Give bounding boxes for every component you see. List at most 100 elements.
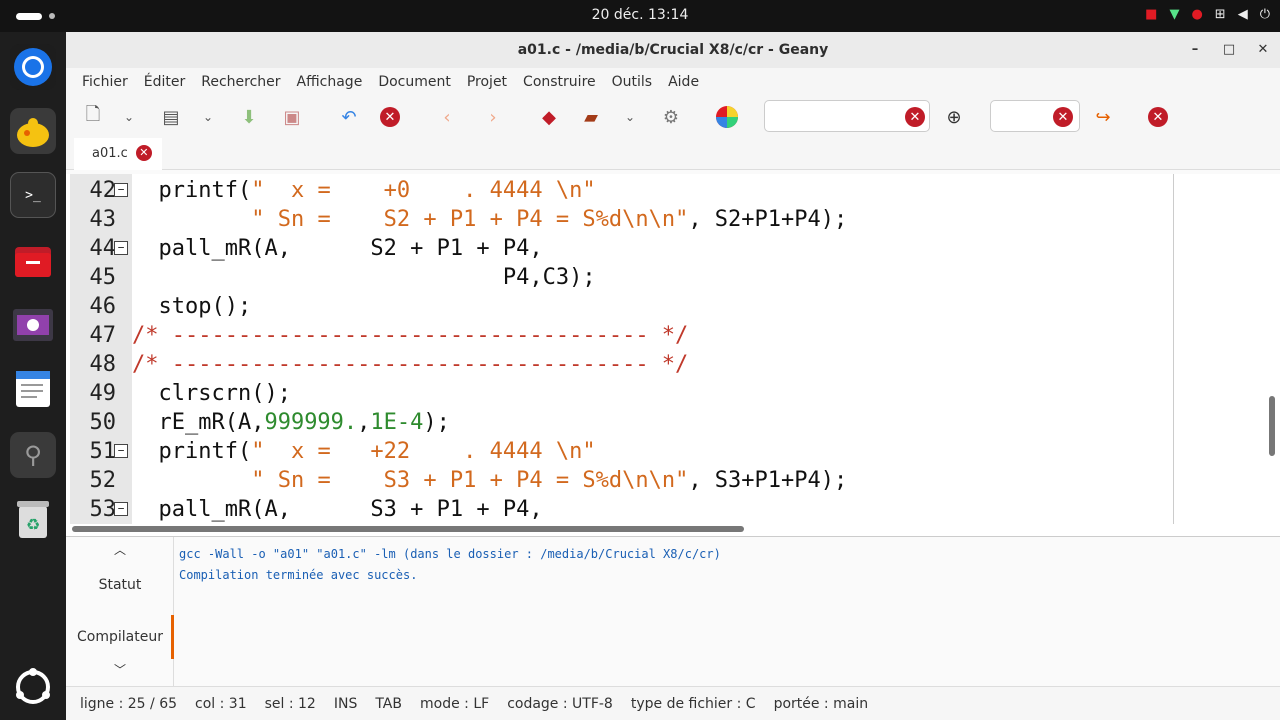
menu-editer[interactable]: Éditer — [136, 74, 193, 90]
status-encoding: codage : UTF-8 — [507, 695, 613, 712]
code-line[interactable]: 49 clrscrn(); — [66, 379, 1176, 408]
tab-statut[interactable]: Statut — [66, 577, 174, 593]
compiler-output[interactable]: gcc -Wall -o "a01" "a01.c" -lm (dans le … — [179, 544, 721, 586]
code-line[interactable]: 48 /* -----------------------------------… — [66, 350, 1176, 379]
chevron-down-icon[interactable]: ⌄ — [195, 104, 221, 130]
code-text: /* ------------------------------------ … — [132, 321, 688, 350]
menu-projet[interactable]: Projet — [459, 74, 515, 90]
clear-goto-icon[interactable]: ✕ — [1053, 107, 1073, 127]
code-token: , — [357, 410, 371, 435]
code-line[interactable]: 42− printf(" x = +0 . 4444 \n" — [66, 176, 1176, 205]
tab-a01[interactable]: a01.c ✕ — [74, 138, 162, 170]
menu-construire[interactable]: Construire — [515, 74, 604, 90]
menu-affichage[interactable]: Affichage — [289, 74, 371, 90]
tab-label: a01.c — [92, 145, 128, 161]
network-icon: ⊞ — [1214, 7, 1226, 22]
active-tab-indicator — [171, 615, 174, 659]
quit-icon[interactable]: ✕ — [1148, 107, 1168, 127]
code-token: , S2+P1+P4); — [688, 207, 848, 232]
vertical-scrollbar[interactable] — [1269, 396, 1275, 456]
document-tabs: a01.c ✕ — [66, 138, 1280, 170]
find-icon[interactable]: ⊕ — [941, 104, 967, 130]
fold-toggle-icon[interactable]: − — [114, 183, 128, 197]
run-icon[interactable]: ⚙ — [658, 104, 684, 130]
code-line[interactable]: 51− printf(" x = +22 . 4444 \n" — [66, 437, 1176, 466]
clock[interactable]: 20 déc. 13:14 — [0, 7, 1280, 23]
close-file-icon[interactable]: ✕ — [380, 107, 400, 127]
title-bar[interactable]: a01.c - /media/b/Crucial X8/c/cr - Geany… — [66, 32, 1280, 68]
code-text: printf(" x = +0 . 4444 \n" — [132, 176, 596, 205]
open-file-icon[interactable]: ▤ — [158, 104, 184, 130]
status-sel: sel : 12 — [264, 695, 316, 712]
code-line[interactable]: 47 /* -----------------------------------… — [66, 321, 1176, 350]
video-icon[interactable] — [10, 302, 56, 348]
line-number: 47 — [89, 323, 117, 348]
fold-toggle-icon[interactable]: − — [114, 444, 128, 458]
chevron-down-icon[interactable]: ﹀ — [66, 661, 174, 678]
code-token: " Sn = S3 + P1 + P4 = S%d\n\n" — [251, 468, 689, 493]
clear-search-icon[interactable]: ✕ — [905, 107, 925, 127]
compiler-result: Compilation terminée avec succès. — [179, 568, 418, 582]
minimize-icon[interactable]: – — [1184, 40, 1206, 60]
status-mode: mode : LF — [420, 695, 490, 712]
code-token: pall_mR(A, S3 + P1 + P4, — [132, 497, 543, 522]
forward-icon[interactable]: › — [480, 104, 506, 130]
compile-icon[interactable]: ◆ — [536, 104, 562, 130]
save-icon[interactable]: ⬇ — [236, 104, 262, 130]
code-line[interactable]: 50 rE_mR(A,999999.,1E-4); — [66, 408, 1176, 437]
trash-icon[interactable]: ♻ — [10, 496, 56, 542]
files-icon[interactable] — [10, 238, 56, 284]
code-line[interactable]: 45 P4,C3); — [66, 263, 1176, 292]
line-number: 53 — [89, 497, 117, 522]
code-editor[interactable]: 42− printf(" x = +0 . 4444 \n" 43 " Sn = … — [66, 174, 1280, 556]
text-editor-icon[interactable] — [10, 366, 56, 412]
fold-toggle-icon[interactable]: − — [114, 502, 128, 516]
status-ins: INS — [333, 695, 358, 712]
dock: >_ ⚲ ♻ — [0, 32, 66, 720]
menu-document[interactable]: Document — [370, 74, 459, 90]
geany-icon[interactable] — [10, 108, 56, 154]
save-all-icon[interactable]: ▣ — [279, 104, 305, 130]
color-chooser-icon[interactable] — [714, 104, 740, 130]
code-line[interactable]: 53− pall_mR(A, S3 + P1 + P4, — [66, 495, 1176, 524]
chevron-down-icon[interactable]: ⌄ — [617, 104, 643, 130]
code-line[interactable]: 44− pall_mR(A, S2 + P1 + P4, — [66, 234, 1176, 263]
close-icon[interactable]: ✕ — [1252, 40, 1274, 60]
code-token: " x = +0 . 4444 \n" — [251, 178, 596, 203]
chevron-down-icon[interactable]: ⌄ — [116, 104, 142, 130]
menu-fichier[interactable]: Fichier — [74, 74, 136, 90]
tab-compilateur[interactable]: Compilateur — [66, 629, 174, 645]
fold-toggle-icon[interactable]: − — [114, 241, 128, 255]
build-icon[interactable]: ▰ — [578, 104, 604, 130]
message-panel: ︿ Statut Compilateur ﹀ gcc -Wall -o "a01… — [66, 536, 1280, 687]
code-text: pall_mR(A, S3 + P1 + P4, — [132, 495, 543, 524]
revert-icon[interactable]: ↶ — [336, 104, 362, 130]
tab-close-icon[interactable]: ✕ — [135, 145, 152, 161]
status-bar: ligne : 25 / 65 col : 31 sel : 12 INS TA… — [66, 686, 1280, 720]
goto-line-icon[interactable]: ↪ — [1090, 104, 1116, 130]
terminal-icon[interactable]: >_ — [10, 172, 56, 218]
line-number: 48 — [89, 352, 117, 377]
menu-aide[interactable]: Aide — [660, 74, 707, 90]
horizontal-scrollbar[interactable] — [72, 526, 744, 532]
svg-text:♻: ♻ — [26, 515, 40, 534]
code-line[interactable]: 52 " Sn = S3 + P1 + P4 = S%d\n\n", S3+P1… — [66, 466, 1176, 495]
usb-drive-icon[interactable]: ⚲ — [10, 432, 56, 478]
system-tray[interactable]: ■ ▼ ● ⊞ ◀ ⏻ — [1145, 7, 1270, 22]
menu-outils[interactable]: Outils — [604, 74, 660, 90]
menu-rechercher[interactable]: Rechercher — [193, 74, 288, 90]
line-number: 46 — [89, 294, 117, 319]
chevron-up-icon[interactable]: ︿ — [66, 541, 174, 558]
code-line[interactable]: 46 stop(); — [66, 292, 1176, 321]
code-line[interactable]: 43 " Sn = S2 + P1 + P4 = S%d\n\n", S2+P1… — [66, 205, 1176, 234]
chromium-icon[interactable] — [10, 44, 56, 90]
window-title: a01.c - /media/b/Crucial X8/c/cr - Geany — [517, 42, 829, 58]
maximize-icon[interactable]: □ — [1218, 40, 1240, 60]
show-apps-icon[interactable] — [10, 664, 56, 710]
volume-icon: ◀ — [1237, 7, 1248, 22]
new-file-icon[interactable]: 🗋 — [80, 104, 106, 130]
code-text: pall_mR(A, S2 + P1 + P4, — [132, 234, 542, 263]
status-scope: portée : main — [773, 695, 869, 712]
back-icon[interactable]: ‹ — [434, 104, 460, 130]
